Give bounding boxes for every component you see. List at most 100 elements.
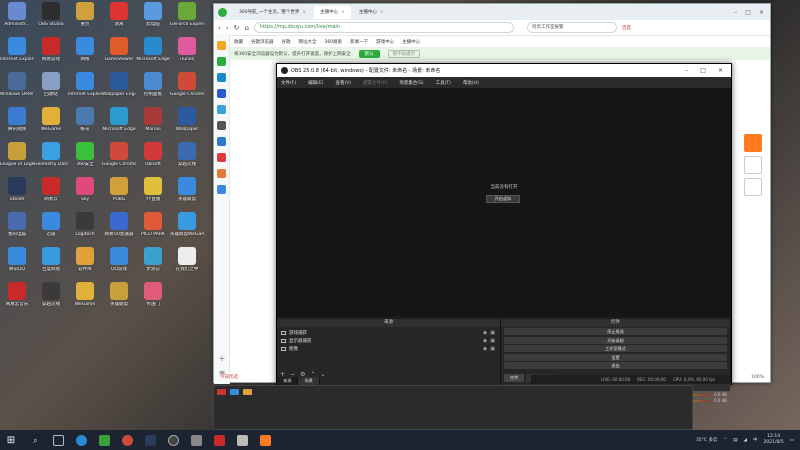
desktop-shortcut[interactable]: 腾讯视频	[0, 107, 34, 143]
source-row[interactable]: 显示器捕获 ◉ ▣	[279, 337, 498, 345]
desktop-shortcut[interactable]: GeForce Experience	[170, 2, 204, 38]
sidebar-icon[interactable]	[217, 89, 226, 98]
menu-view[interactable]: 查看(V)	[335, 80, 351, 86]
desktop-shortcut[interactable]: 百度网盘	[34, 247, 68, 283]
visibility-icon[interactable]: ◉	[483, 330, 487, 336]
desktop-shortcut[interactable]: Internet Explorer	[68, 72, 102, 108]
minimize-icon[interactable]: –	[685, 67, 688, 74]
desktop-shortcut[interactable]: Windows Defender	[0, 72, 34, 108]
tab-controls[interactable]: 控件	[504, 373, 525, 382]
desktop-shortcut[interactable]: Administr...	[0, 2, 34, 38]
desktop-shortcut[interactable]: 网易UU加速器	[102, 212, 136, 248]
sidebar-icon[interactable]	[217, 105, 226, 114]
start-icon[interactable]: ⊞	[4, 435, 18, 446]
desktop-shortcut[interactable]: PICO PARK	[136, 212, 170, 248]
menu-file[interactable]: 文件(F)	[281, 80, 296, 86]
lock-icon[interactable]: ▣	[490, 338, 498, 344]
chevron-up-icon[interactable]: ⌃	[724, 438, 728, 443]
desktop-shortcut[interactable]: Maruxi	[136, 107, 170, 143]
back-icon[interactable]: ‹	[218, 24, 221, 32]
bookmark-item[interactable]: 360搜索	[325, 39, 343, 45]
url-input[interactable]: https://mp.douyu.com/live/main	[253, 22, 514, 33]
desktop-shortcut[interactable]: Internet Explorer	[0, 37, 34, 73]
visibility-icon[interactable]: ◉	[483, 346, 487, 352]
bookmark-item[interactable]: 谷歌浏览器	[251, 39, 274, 45]
sidebar-icon[interactable]	[217, 185, 226, 194]
desktop-shortcut[interactable]: Google Chrome	[170, 72, 204, 108]
home-icon[interactable]: ⌂	[245, 24, 249, 32]
maximize-icon[interactable]: □	[745, 9, 751, 16]
window-tab[interactable]	[243, 389, 252, 395]
netease-icon[interactable]	[214, 434, 225, 446]
close-icon[interactable]: ×	[759, 9, 764, 16]
sidebar-icon[interactable]	[217, 121, 226, 130]
desktop-shortcut[interactable]: 360安全	[68, 142, 102, 178]
tab-scenes[interactable]: 场景	[298, 377, 320, 385]
notice-ignore-button[interactable]: 暂不再提示	[387, 50, 421, 58]
desktop-shortcut[interactable]: 英雄联盟	[170, 177, 204, 213]
desktop-shortcut[interactable]: 穿越火线	[170, 142, 204, 178]
desktop-shortcut[interactable]: 网易游戏	[34, 37, 68, 73]
tab-360-nav[interactable]: 360导航_一个主页，整个世界 ×	[233, 6, 312, 19]
bookmark-item[interactable]: 谷歌	[282, 39, 291, 45]
douyu-icon[interactable]	[260, 434, 271, 446]
visibility-icon[interactable]: ◉	[483, 338, 487, 344]
desktop-shortcut[interactable]: Ubisoft	[136, 142, 170, 178]
desktop-shortcut[interactable]: 重点	[68, 2, 102, 38]
volume-icon[interactable]: ◢	[744, 438, 747, 443]
search-icon[interactable]: ⌕	[30, 435, 41, 446]
desktop-shortcut[interactable]: PUBG	[102, 177, 136, 213]
desktop-shortcut[interactable]: Logitech	[68, 212, 102, 248]
zoom-level[interactable]: 100%	[751, 375, 764, 380]
obs-icon[interactable]	[168, 434, 179, 446]
forward-icon[interactable]: ›	[226, 24, 229, 32]
desktop-shortcut[interactable]: Google Chrome	[102, 142, 136, 178]
window-tab[interactable]	[217, 389, 226, 395]
desktop-shortcut[interactable]: 传送门	[136, 282, 170, 318]
desktop-shortcut[interactable]: 网易云	[34, 177, 68, 213]
desktop-shortcut[interactable]: 回收站	[34, 72, 68, 108]
close-tab-icon[interactable]: ×	[380, 10, 384, 15]
close-tab-icon[interactable]: ×	[302, 10, 306, 15]
status-text[interactable]: 今日优选	[220, 374, 238, 380]
network-icon[interactable]: ▤	[733, 438, 737, 443]
app-icon[interactable]	[191, 434, 202, 446]
app-icon[interactable]	[237, 434, 248, 446]
ime-indicator[interactable]: 中	[753, 437, 758, 443]
menu-edit[interactable]: 编辑(E)	[308, 80, 323, 86]
search-engine-label[interactable]: 百度	[622, 25, 631, 31]
desktop-shortcut[interactable]: 控制面板	[136, 72, 170, 108]
desktop-shortcut[interactable]: Microsoft Edge	[136, 37, 170, 73]
search-input[interactable]: 何炅工作室报警	[526, 22, 617, 33]
menu-help[interactable]: 帮助(H)	[463, 80, 479, 86]
lock-icon[interactable]: ▣	[490, 330, 498, 336]
desktop-shortcut[interactable]: 英雄联盟WeGame	[170, 212, 204, 248]
desktop-shortcut[interactable]: 在我们之中	[170, 247, 204, 283]
tab-anchor-center[interactable]: 主播中心 ×	[314, 5, 351, 19]
desktop-shortcut[interactable]: Wallpaper Engine	[102, 72, 136, 108]
obs-preview[interactable]: 当前没有打开 开启虚拟	[277, 88, 731, 317]
share-side-icon[interactable]	[744, 178, 762, 196]
desktop-shortcut[interactable]: 洞窝	[102, 2, 136, 38]
source-row[interactable]: 游戏捕获 ◉ ▣	[279, 329, 498, 337]
desktop-shortcut[interactable]: Steam	[0, 177, 34, 213]
desktop-shortcut[interactable]: WeGame	[34, 107, 68, 143]
settings-button[interactable]: 设置	[504, 353, 727, 361]
lock-icon[interactable]: ▣	[490, 346, 498, 352]
source-row[interactable]: 图像 ◉ ▣	[279, 345, 498, 353]
desktop-shortcut[interactable]: League of Legends	[0, 142, 34, 178]
task-view-icon[interactable]	[53, 434, 64, 446]
sidebar-icon[interactable]	[217, 169, 226, 178]
game-icon[interactable]	[99, 434, 110, 446]
tab-sources[interactable]: 来源	[277, 377, 299, 385]
edge-icon[interactable]	[76, 434, 87, 446]
bookmark-item[interactable]: 游戏中心	[376, 39, 394, 45]
desktop-shortcut[interactable]: GameViewer	[102, 37, 136, 73]
desktop-shortcut[interactable]: 软件库	[68, 247, 102, 283]
bookmark-item[interactable]: 网址大全	[299, 39, 317, 45]
desktop-shortcut[interactable]: 梦游记	[136, 247, 170, 283]
tab-anchor-center-2[interactable]: 主播中心 ×	[353, 6, 390, 19]
desktop-shortcut[interactable]: Sky	[68, 177, 102, 213]
steam-icon[interactable]	[145, 434, 156, 446]
menu-scene-collection[interactable]: 场景集合(S)	[399, 80, 423, 86]
